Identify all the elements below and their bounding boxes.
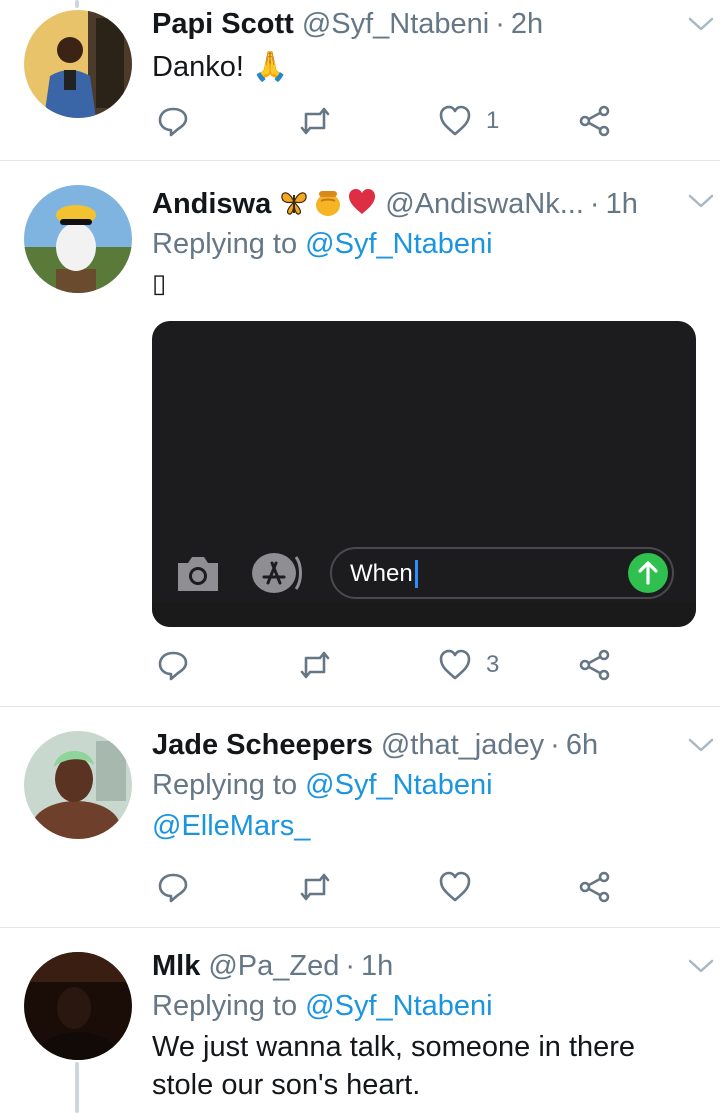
timestamp[interactable]: 1h	[361, 948, 393, 984]
timestamp[interactable]: 6h	[566, 727, 598, 763]
text-caret	[414, 560, 418, 588]
tweet-header: Mlk @Pa_Zed · 1h	[152, 948, 696, 984]
display-name[interactable]: Andiswa	[152, 186, 271, 222]
camera-icon	[178, 557, 218, 591]
tweet[interactable]: Papi Scott @Syf_Ntabeni · 2h Danko! 🙏 1	[0, 0, 720, 161]
message-input[interactable]: When	[330, 547, 674, 599]
avatar[interactable]	[24, 731, 132, 839]
tweet-text-mention[interactable]: @ElleMars_	[152, 807, 696, 845]
chevron-down-icon[interactable]	[686, 735, 716, 755]
replying-to-label: Replying to	[152, 228, 298, 260]
user-handle[interactable]: @AndiswaNk...	[385, 186, 584, 222]
share-icon	[579, 871, 610, 903]
tweet-text: ▯	[152, 268, 167, 298]
chevron-down-icon[interactable]	[686, 14, 716, 34]
chevron-down-icon[interactable]	[686, 956, 716, 976]
like-count: 3	[486, 651, 500, 678]
display-name[interactable]: Jade Scheepers	[152, 727, 373, 763]
reply-button[interactable]	[156, 101, 190, 141]
share-icon	[579, 105, 610, 137]
like-button[interactable]: 3	[438, 645, 499, 685]
separator-dot: ·	[345, 950, 356, 982]
retweet-button[interactable]	[298, 867, 332, 907]
red-heart-icon	[349, 189, 376, 214]
avatar[interactable]	[24, 10, 132, 118]
chevron-down-icon[interactable]	[686, 191, 716, 211]
like-button[interactable]	[438, 867, 472, 907]
reply-feed: Papi Scott @Syf_Ntabeni · 2h Danko! 🙏 1	[0, 0, 720, 1113]
avatar[interactable]	[24, 952, 132, 1060]
reply-icon	[158, 651, 188, 681]
avatar[interactable]	[24, 185, 132, 293]
heart-icon	[439, 105, 471, 136]
user-handle[interactable]: @Syf_Ntabeni	[302, 6, 489, 42]
replying-to-label: Replying to	[152, 769, 298, 801]
timestamp[interactable]: 1h	[606, 186, 638, 222]
tweet-header: Andiswa @AndiswaNk... · 1h	[152, 183, 696, 222]
send-arrow-icon[interactable]	[628, 553, 668, 593]
thread-line-bottom	[75, 1062, 79, 1113]
user-handle[interactable]: @that_jadey	[381, 727, 544, 763]
retweet-button[interactable]	[298, 645, 332, 685]
heart-icon	[439, 871, 471, 902]
like-button[interactable]: 1	[438, 101, 499, 141]
replying-to: Replying to @Syf_Ntabeni	[152, 224, 696, 264]
tweet[interactable]: Andiswa @AndiswaNk... · 1h Replying to @…	[0, 161, 720, 707]
message-text: When	[350, 560, 413, 587]
share-button[interactable]	[578, 645, 612, 685]
share-icon	[579, 649, 610, 681]
user-handle[interactable]: @Pa_Zed	[208, 948, 339, 984]
timestamp[interactable]: 2h	[511, 6, 543, 42]
replying-to: Replying to @Syf_Ntabeni	[152, 765, 696, 805]
replying-to-mention[interactable]: @Syf_Ntabeni	[305, 228, 492, 260]
tweet-text: We just wanna talk, someone in there sto…	[152, 1031, 636, 1101]
app-store-icon	[252, 553, 302, 593]
heart-icon	[439, 649, 471, 680]
retweet-icon	[300, 873, 330, 901]
separator-dot: ·	[495, 8, 505, 40]
display-name[interactable]: Papi Scott	[152, 6, 294, 42]
reply-button[interactable]	[156, 645, 190, 685]
replying-to-mention[interactable]: @Syf_Ntabeni	[305, 769, 492, 801]
honey-pot-icon	[316, 191, 341, 216]
butterfly-icon	[281, 192, 307, 215]
reply-icon	[158, 873, 188, 903]
display-name[interactable]: Mlk	[152, 948, 200, 984]
replying-to-mention[interactable]: @Syf_Ntabeni	[305, 990, 492, 1022]
keyboard-edge	[152, 603, 696, 627]
like-count: 1	[486, 107, 500, 134]
tweet-text: Danko! 🙏	[152, 51, 289, 83]
retweet-icon	[300, 651, 330, 679]
replying-to: Replying to @Syf_Ntabeni	[152, 986, 696, 1026]
media-image[interactable]: When	[152, 321, 696, 627]
tweet[interactable]: Mlk @Pa_Zed · 1h Replying to @Syf_Ntaben…	[0, 928, 720, 1113]
tweet-header: Jade Scheepers @that_jadey · 6h	[152, 727, 696, 763]
name-emojis	[279, 187, 377, 217]
reply-button[interactable]	[156, 867, 190, 907]
share-button[interactable]	[578, 101, 612, 141]
share-button[interactable]	[578, 867, 612, 907]
reply-icon	[158, 107, 188, 137]
retweet-button[interactable]	[298, 101, 332, 141]
tweet-header: Papi Scott @Syf_Ntabeni · 2h	[152, 6, 696, 42]
tweet[interactable]: Jade Scheepers @that_jadey · 6h Replying…	[0, 707, 720, 928]
replying-to-label: Replying to	[152, 990, 298, 1022]
separator-dot: ·	[550, 729, 560, 761]
retweet-icon	[300, 107, 330, 135]
separator-dot: ·	[589, 188, 600, 220]
